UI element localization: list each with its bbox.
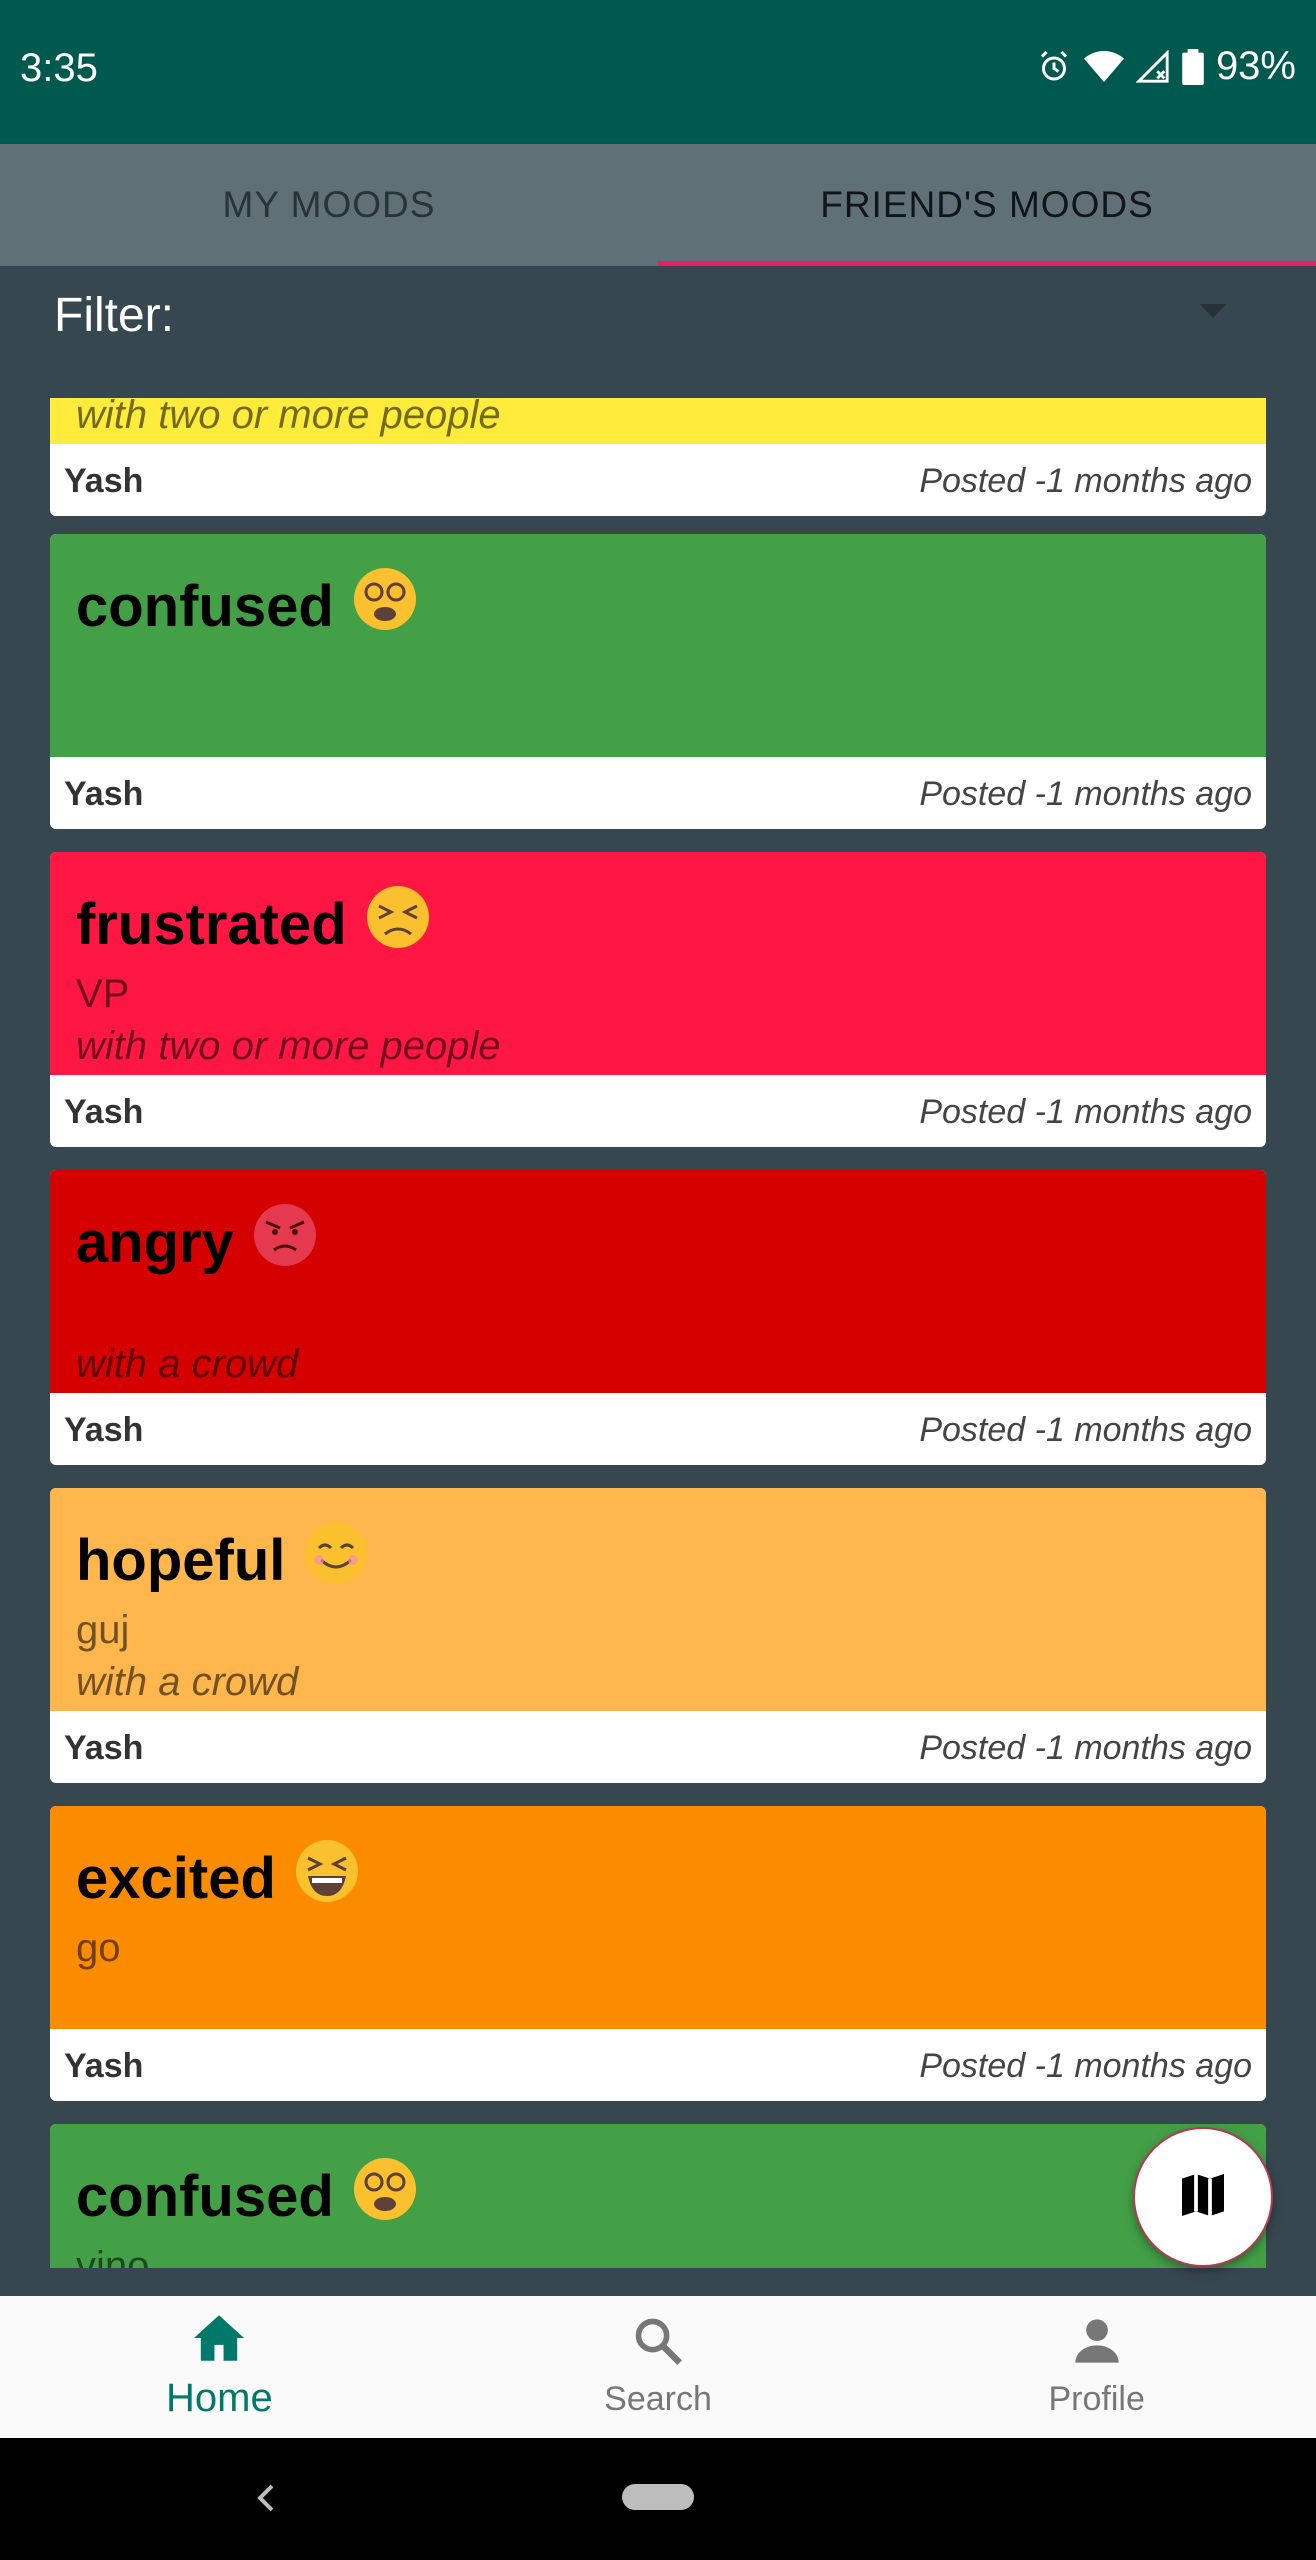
mood-title-row: confused — [76, 566, 418, 646]
mood-card[interactable]: confused Yash Posted -1 months ago — [50, 534, 1266, 829]
mood-social-situation: with two or more people — [76, 1024, 501, 1068]
filter-label: Filter: — [54, 289, 174, 342]
mood-list[interactable]: with two or more people Yash Posted -1 m… — [50, 398, 1266, 2268]
mood-posted-time: Posted -1 months ago — [919, 1093, 1252, 1131]
mood-card-body: with two or more people — [50, 398, 1266, 444]
confused-emoji-icon — [352, 2156, 418, 2236]
status-time: 3:35 — [20, 46, 98, 90]
mood-title: confused — [76, 573, 334, 639]
confused-emoji-icon — [352, 566, 418, 646]
home-pill[interactable] — [622, 2484, 694, 2510]
mood-title: angry — [76, 1209, 234, 1275]
mood-card[interactable]: excited go Yash Posted -1 months ago — [50, 1806, 1266, 2101]
wifi-icon — [1083, 49, 1124, 85]
mood-username: Yash — [64, 2047, 144, 2085]
nav-home[interactable]: Home — [0, 2296, 439, 2438]
mood-posted-time: Posted -1 months ago — [919, 1729, 1252, 1767]
status-icons: 93% — [1036, 44, 1296, 89]
mood-card-footer: Yash Posted -1 months ago — [50, 757, 1266, 829]
filter-dropdown[interactable]: Filter: — [0, 266, 1316, 366]
frustrated-emoji-icon — [365, 884, 431, 964]
angry-emoji-icon — [252, 1202, 318, 1282]
mood-title-row: angry — [76, 1202, 318, 1282]
mood-posted-time: Posted -1 months ago — [919, 462, 1252, 500]
mood-card-body: angry with a crowd — [50, 1170, 1266, 1393]
mood-social-situation: with a crowd — [76, 1342, 299, 1386]
mood-reason: guj — [76, 1608, 130, 1652]
mood-title-row: frustrated — [76, 884, 431, 964]
nav-search-label: Search — [604, 2380, 712, 2418]
mood-posted-time: Posted -1 months ago — [919, 775, 1252, 813]
mood-card[interactable]: frustrated VP with two or more people Ya… — [50, 852, 1266, 1147]
mood-card-body: confused — [50, 534, 1266, 757]
mood-card-footer: Yash Posted -1 months ago — [50, 1075, 1266, 1147]
mood-social-situation: with a crowd — [76, 1660, 299, 1704]
mood-social-situation: with two or more people — [76, 398, 501, 437]
mood-username: Yash — [64, 462, 144, 500]
mood-title: frustrated — [76, 891, 347, 957]
home-icon — [191, 2313, 247, 2368]
nav-profile[interactable]: Profile — [877, 2296, 1316, 2438]
mood-card-footer: Yash Posted -1 months ago — [50, 2029, 1266, 2101]
mood-reason: VP — [76, 972, 130, 1016]
mood-username: Yash — [64, 1729, 144, 1767]
battery-percent: 93% — [1215, 44, 1296, 88]
mood-username: Yash — [64, 775, 144, 813]
mood-title: hopeful — [76, 1527, 286, 1593]
nav-search[interactable]: Search — [439, 2296, 878, 2438]
mood-card-body: confused vino — [50, 2124, 1266, 2268]
battery-icon — [1182, 48, 1204, 85]
mood-reason: vino — [76, 2244, 150, 2268]
mood-card[interactable]: angry with a crowd Yash Posted -1 months… — [50, 1170, 1266, 1465]
map-button[interactable] — [1133, 2127, 1273, 2267]
dropdown-caret-icon[interactable] — [1200, 304, 1226, 323]
smiling-emoji-icon — [303, 1520, 369, 1600]
mood-posted-time: Posted -1 months ago — [919, 2047, 1252, 2085]
mood-title: confused — [76, 2163, 334, 2229]
bottom-navigation: Home Search Profile — [0, 2296, 1316, 2438]
map-icon — [1175, 2167, 1231, 2228]
search-icon — [632, 2315, 684, 2372]
mood-card-body: hopeful guj with a crowd — [50, 1488, 1266, 1711]
tab-my-moods[interactable]: MY MOODS — [0, 144, 658, 266]
mood-title: excited — [76, 1845, 276, 1911]
mood-username: Yash — [64, 1093, 144, 1131]
mood-tabs: MY MOODS FRIEND'S MOODS — [0, 144, 1316, 266]
status-bar: 3:35 93% — [0, 0, 1316, 144]
mood-card[interactable]: hopeful guj with a crowd Yash Posted -1 … — [50, 1488, 1266, 1783]
mood-title-row: hopeful — [76, 1520, 369, 1600]
system-navigation-bar — [0, 2438, 1316, 2560]
mood-card-footer: Yash Posted -1 months ago — [50, 1711, 1266, 1783]
tab-friends-moods[interactable]: FRIEND'S MOODS — [658, 144, 1316, 266]
mood-posted-time: Posted -1 months ago — [919, 1411, 1252, 1449]
mood-username: Yash — [64, 1411, 144, 1449]
alarm-icon — [1036, 49, 1072, 85]
back-icon[interactable] — [252, 2478, 278, 2523]
laughing-emoji-icon — [294, 1838, 360, 1918]
mood-card-body: excited go — [50, 1806, 1266, 2029]
person-icon — [1071, 2315, 1123, 2372]
nav-profile-label: Profile — [1048, 2380, 1145, 2418]
mood-card[interactable]: with two or more people Yash Posted -1 m… — [50, 398, 1266, 516]
mood-card[interactable]: confused vino — [50, 2124, 1266, 2268]
mood-title-row: confused — [76, 2156, 418, 2236]
nav-home-label: Home — [165, 2376, 273, 2420]
mood-card-footer: Yash Posted -1 months ago — [50, 444, 1266, 516]
signal-icon — [1135, 49, 1170, 84]
mood-title-row: excited — [76, 1838, 360, 1918]
mood-reason: go — [76, 1926, 121, 1970]
mood-card-body: frustrated VP with two or more people — [50, 852, 1266, 1075]
mood-card-footer: Yash Posted -1 months ago — [50, 1393, 1266, 1465]
